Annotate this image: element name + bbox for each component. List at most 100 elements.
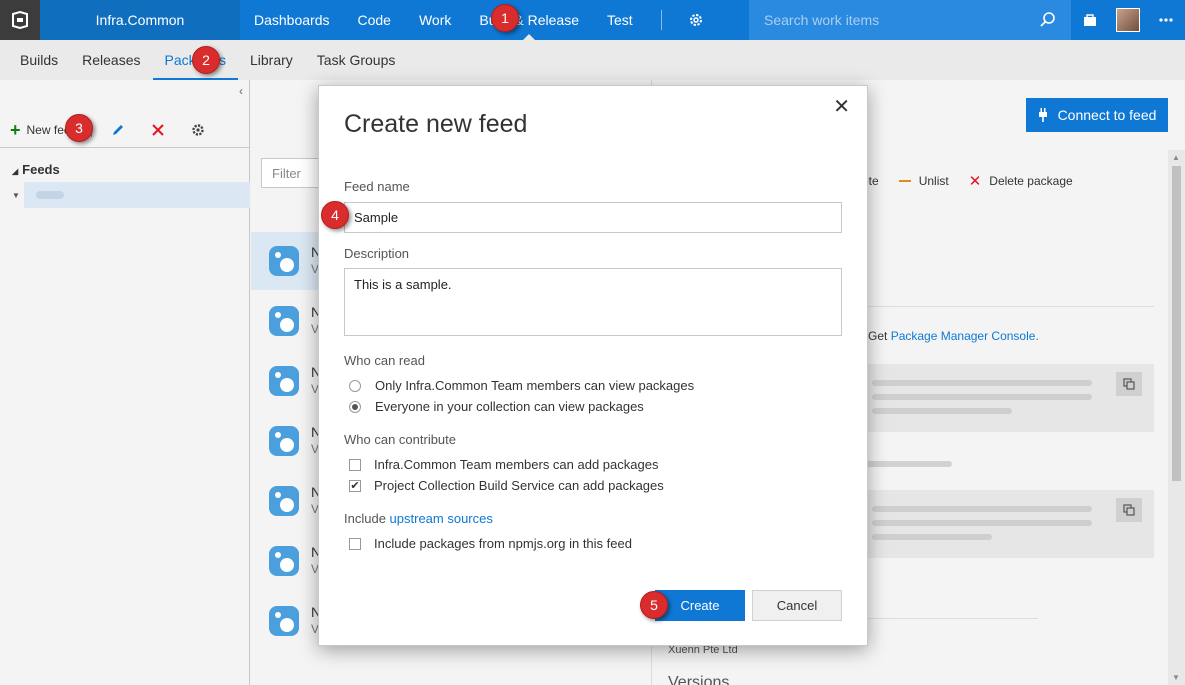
sub-nav: Builds Releases Packages Library Task Gr… [0,40,1185,80]
feed-name-input[interactable] [344,202,842,233]
scrollbar[interactable]: ▲ ▼ [1168,150,1185,685]
feed-item[interactable]: ▼ [0,182,250,208]
code-line [872,408,1012,414]
package-icon [269,546,299,576]
nav-build-release[interactable]: Build & Release [465,0,593,40]
upstream-option-label: Include packages from npmjs.org in this … [374,536,632,551]
code-line [872,506,1092,512]
blurred-label [858,461,952,467]
unlist-button[interactable]: Unlist [898,174,949,188]
more-options-button[interactable] [1147,0,1185,40]
plus-icon: + [10,119,21,140]
read-option-everyone[interactable]: Everyone in your collection can view pac… [349,399,644,414]
tab-task-groups[interactable]: Task Groups [305,40,408,80]
feed-settings-button[interactable] [186,118,210,142]
checkbox-checked[interactable]: ✔ [349,479,361,492]
callout-badge-3: 3 [65,114,93,142]
tab-releases[interactable]: Releases [70,40,152,80]
project-name[interactable]: Infra.Common [40,0,240,40]
package-icon [269,366,299,396]
description-textarea[interactable]: This is a sample. [344,268,842,336]
include-upstream-label: Include upstream sources [344,511,493,526]
feeds-heading[interactable]: ◢ Feeds [12,162,60,177]
top-nav: Infra.Common Dashboards Code Work Build … [0,0,1185,40]
read-option-everyone-label: Everyone in your collection can view pac… [375,399,644,414]
nav-dashboards[interactable]: Dashboards [240,0,344,40]
console-instructions: Get Package Manager Console. [868,329,1039,343]
nav-work[interactable]: Work [405,0,465,40]
ellipsis-icon [1159,18,1173,22]
code-line [872,520,1092,526]
search-box [749,0,1071,40]
read-option-team[interactable]: Only Infra.Common Team members can view … [349,378,694,393]
settings-gear-button[interactable] [676,0,716,40]
callout-badge-1: 1 [491,4,519,32]
nav-separator [660,10,662,30]
radio-button-selected[interactable] [349,400,361,413]
upstream-sources-link[interactable]: upstream sources [390,511,493,526]
radio-button[interactable] [349,379,361,392]
callout-badge-2: 2 [192,46,220,74]
scroll-down-icon[interactable]: ▼ [1172,673,1180,682]
avatar [1116,8,1140,32]
vsts-logo[interactable] [0,0,40,40]
search-input[interactable] [749,12,1029,28]
tab-builds[interactable]: Builds [8,40,70,80]
checkbox[interactable] [349,537,361,550]
collapse-triangle-icon: ▼ [12,190,20,200]
vsts-logo-icon [12,11,28,29]
nav-test[interactable]: Test [593,0,647,40]
install-command-box [852,364,1154,432]
feed-item-blurred-name [36,191,64,199]
who-can-read-label: Who can read [344,353,425,368]
tab-library[interactable]: Library [238,40,305,80]
scrollbar-thumb[interactable] [1172,166,1181,481]
command-prompt-box [852,490,1154,558]
delete-feed-button[interactable] [146,118,170,142]
copy-icon [1123,378,1135,390]
close-icon[interactable]: ✕ [833,94,850,119]
create-feed-dialog: ✕ Create new feed Feed name Description … [318,85,868,646]
collapse-pane-icon[interactable]: ‹ [239,84,243,98]
nav-code[interactable]: Code [344,0,405,40]
gear-icon [689,14,702,26]
user-avatar-button[interactable] [1109,0,1147,40]
minus-icon [898,180,911,182]
checkbox[interactable] [349,458,361,471]
cancel-button[interactable]: Cancel [752,590,842,621]
code-line [872,394,1092,400]
description-label: Description [344,246,410,261]
plug-icon [1038,108,1047,122]
delete-package-button[interactable]: ✕ Delete package [969,172,1073,190]
edit-feed-button[interactable] [106,118,130,142]
package-icon [269,306,299,336]
search-icon[interactable] [1039,11,1057,29]
package-icon [269,246,299,276]
contribute-option-team-label: Infra.Common Team members can add packag… [374,457,659,472]
package-icon [269,486,299,516]
copy-icon [1123,504,1135,516]
contribute-option-build-service[interactable]: ✔ Project Collection Build Service can a… [349,478,664,493]
contribute-option-team[interactable]: Infra.Common Team members can add packag… [349,457,658,472]
feeds-pane: ‹ + New feed ◢ Feeds ▼ [0,80,250,685]
copy-button[interactable] [1116,372,1142,396]
marketplace-button[interactable] [1071,0,1109,40]
copy-button[interactable] [1116,498,1142,522]
create-button[interactable]: Create [655,590,745,621]
package-icon [269,606,299,636]
package-manager-console-link[interactable]: Package Manager Console. [891,329,1039,343]
package-icon [269,426,299,456]
unlist-label: Unlist [918,174,949,188]
scroll-up-icon[interactable]: ▲ [1172,153,1180,162]
delete-package-label: Delete package [989,174,1073,188]
connect-to-feed-button[interactable]: Connect to feed [1026,98,1168,132]
connect-to-feed-label: Connect to feed [1057,107,1157,123]
gear-icon [192,123,204,136]
pencil-icon [113,124,124,135]
shopping-bag-icon [1084,14,1096,26]
delete-x-icon [152,123,164,136]
feeds-toolbar: + New feed [0,112,250,148]
code-line [872,380,1092,386]
upstream-option-npmjs[interactable]: Include packages from npmjs.org in this … [349,536,632,551]
contribute-option-build-service-label: Project Collection Build Service can add… [374,478,664,493]
